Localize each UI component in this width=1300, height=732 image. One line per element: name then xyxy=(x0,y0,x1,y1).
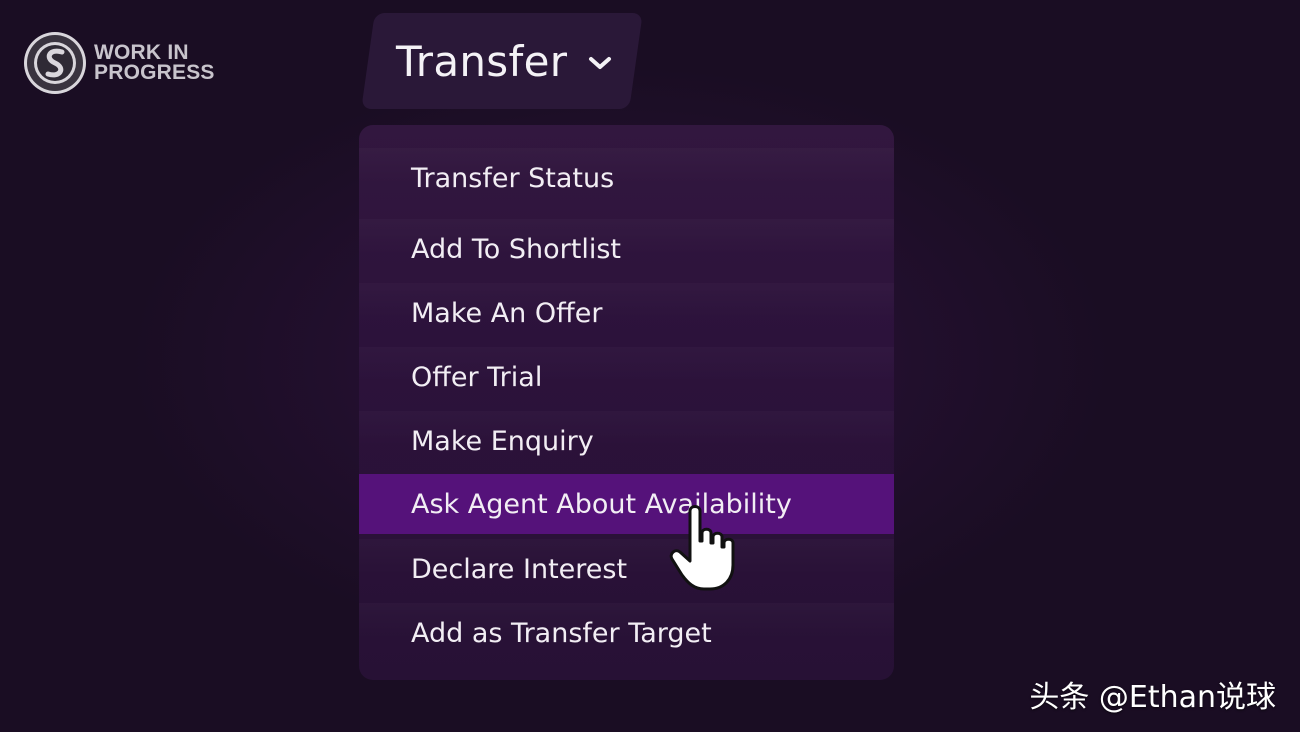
menu-item-label: Make Enquiry xyxy=(411,425,594,457)
wip-seal-icon xyxy=(24,32,86,94)
menu-item-add-as-transfer-target[interactable]: Add as Transfer Target xyxy=(359,603,894,663)
menu-item-ask-agent-about-availability[interactable]: Ask Agent About Availability xyxy=(359,474,894,534)
menu-item-label: Add as Transfer Target xyxy=(411,617,712,649)
hand-pointer-icon xyxy=(669,505,735,591)
menu-item-label: Make An Offer xyxy=(411,297,603,329)
menu-item-make-an-offer[interactable]: Make An Offer xyxy=(359,283,894,343)
transfer-menu-button-content[interactable]: Transfer xyxy=(396,13,613,109)
menu-item-add-to-shortlist[interactable]: Add To Shortlist xyxy=(359,219,894,279)
logo-text: WORK IN PROGRESS xyxy=(94,41,215,84)
menu-item-offer-trial[interactable]: Offer Trial xyxy=(359,347,894,407)
transfer-dropdown-menu: Transfer Status Add To Shortlist Make An… xyxy=(359,125,894,680)
menu-item-label: Add To Shortlist xyxy=(411,233,621,265)
chevron-down-icon xyxy=(589,57,612,69)
logo-text-line1: WORK IN xyxy=(94,41,189,64)
menu-item-label: Declare Interest xyxy=(411,553,628,585)
menu-item-make-enquiry[interactable]: Make Enquiry xyxy=(359,411,894,471)
menu-item-label: Offer Trial xyxy=(411,361,543,393)
logo-text-line2: PROGRESS xyxy=(94,61,215,84)
menu-item-declare-interest[interactable]: Declare Interest xyxy=(359,539,894,599)
menu-item-label: Transfer Status xyxy=(411,162,615,194)
watermark-text: 头条 @Ethan说球 xyxy=(1029,680,1276,715)
work-in-progress-logo: WORK IN PROGRESS xyxy=(22,30,215,96)
menu-item-transfer-status[interactable]: Transfer Status xyxy=(359,148,894,208)
transfer-menu-label: Transfer xyxy=(396,36,568,86)
